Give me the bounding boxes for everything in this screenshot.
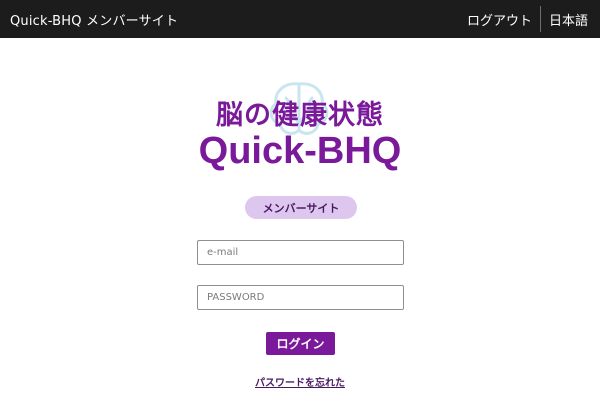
logout-link[interactable]: ログアウト [459, 10, 540, 29]
password-field[interactable] [197, 285, 404, 310]
brand-logo-text: Quick-BHQ [198, 130, 402, 172]
login-page: 脳の健康状態 Quick-BHQ メンバーサイト ログイン パスワードを忘れた [0, 38, 600, 400]
member-site-badge: メンバーサイト [245, 196, 357, 219]
page-heading: 脳の健康状態 [216, 100, 384, 131]
header-actions: ログアウト 日本語 [459, 0, 600, 38]
site-title[interactable]: Quick-BHQ メンバーサイト [0, 10, 178, 29]
login-button[interactable]: ログイン [266, 332, 335, 355]
top-navigation-bar: Quick-BHQ メンバーサイト ログアウト 日本語 [0, 0, 600, 38]
forgot-password-link[interactable]: パスワードを忘れた [255, 378, 345, 389]
forgot-password-row: パスワードを忘れた [0, 371, 600, 390]
email-field[interactable] [197, 240, 404, 265]
language-selector[interactable]: 日本語 [541, 10, 600, 29]
